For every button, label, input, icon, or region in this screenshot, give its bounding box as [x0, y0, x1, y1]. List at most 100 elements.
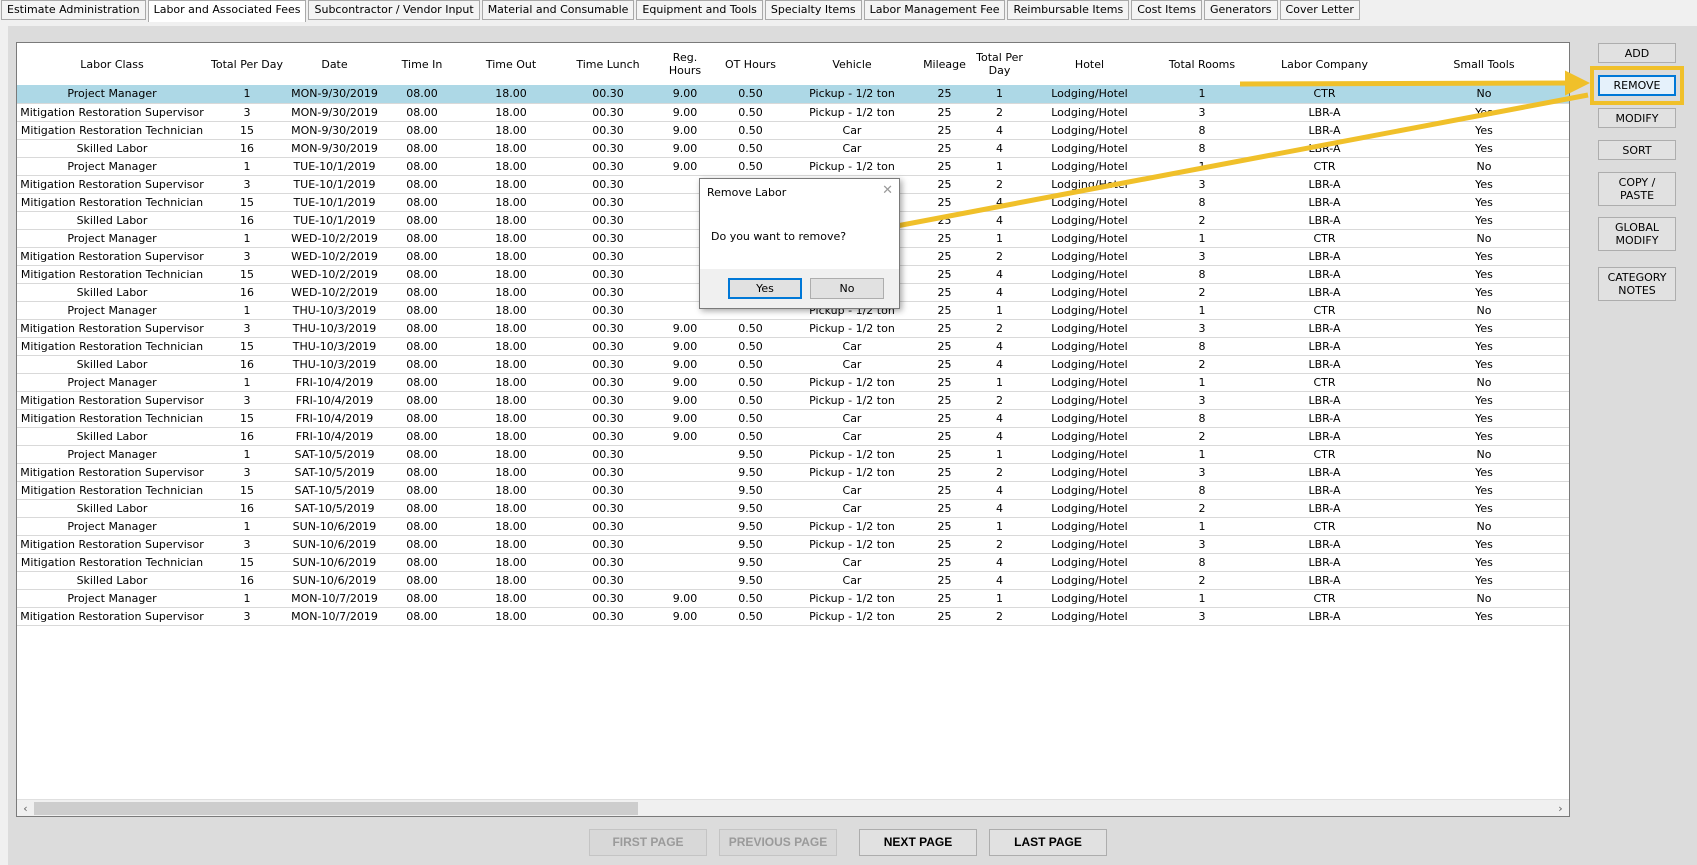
table-cell: Yes — [1397, 571, 1569, 590]
table-row[interactable]: Mitigation Restoration Supervisor 3 SAT-10… — [17, 463, 1569, 482]
table-cell: LBR-A — [1252, 427, 1397, 446]
table-cell: Car — [787, 409, 917, 428]
table-cell: SAT-10/5/2019 — [287, 481, 382, 500]
table-row[interactable]: Mitigation Restoration Supervisor 3 SUN-10… — [17, 535, 1569, 554]
table-row[interactable]: Mitigation Restoration Technician 15 SAT-1… — [17, 481, 1569, 500]
tab-material-and-consumable[interactable]: Material and Consumable — [481, 0, 635, 20]
table-cell: 00.30 — [560, 463, 656, 482]
column-header-time-in[interactable]: Time In — [382, 43, 462, 85]
global-modify-button[interactable]: GLOBAL MODIFY — [1598, 217, 1676, 251]
table-row[interactable]: Mitigation Restoration Technician 15 MON-9… — [17, 121, 1569, 140]
table-row[interactable]: Mitigation Restoration Technician 15 FRI-1… — [17, 409, 1569, 428]
tab-estimate-administration[interactable]: Estimate Administration — [1, 0, 146, 20]
table-cell: 0.50 — [714, 409, 787, 428]
column-header-time-lunch[interactable]: Time Lunch — [560, 43, 656, 85]
column-header-hotel[interactable]: Hotel — [1027, 43, 1152, 85]
column-header-total-per-day[interactable]: Total Per Day — [207, 43, 287, 85]
column-header-reg-hours[interactable]: Reg. Hours — [656, 43, 714, 85]
tab-generators[interactable]: Generators — [1203, 0, 1278, 20]
table-cell: Yes — [1397, 427, 1569, 446]
tab-specialty-items[interactable]: Specialty Items — [764, 0, 862, 20]
table-cell: 08.00 — [382, 355, 462, 374]
table-cell: 25 — [917, 229, 972, 248]
table-row[interactable]: Project Manager 1 MON-10/7/2019 08.00 18.00 0… — [17, 589, 1569, 608]
column-header-total-per-day[interactable]: Total Per Day — [972, 43, 1027, 85]
table-cell: 0.50 — [714, 607, 787, 626]
table-cell: CTR — [1252, 589, 1397, 608]
tab-subcontractor-vendor-input[interactable]: Subcontractor / Vendor Input — [308, 0, 480, 20]
modify-button[interactable]: MODIFY — [1598, 108, 1676, 128]
table-cell: 08.00 — [382, 391, 462, 410]
table-cell: 00.30 — [560, 121, 656, 140]
category-notes-button[interactable]: CATEGORY NOTES — [1598, 267, 1676, 301]
table-cell: Mitigation Restoration Supervisor — [17, 607, 207, 626]
tab-cover-letter[interactable]: Cover Letter — [1279, 0, 1360, 20]
remove-button[interactable]: REMOVE — [1598, 75, 1676, 96]
copy-paste-button[interactable]: COPY / PASTE — [1598, 172, 1676, 206]
next-page-button[interactable]: NEXT PAGE — [859, 829, 977, 856]
first-page-button[interactable]: FIRST PAGE — [589, 829, 707, 856]
table-cell: 9.50 — [714, 445, 787, 464]
sort-button[interactable]: SORT — [1598, 140, 1676, 160]
table-cell: 9.00 — [656, 337, 714, 356]
table-row[interactable]: Mitigation Restoration Supervisor 3 THU-10… — [17, 319, 1569, 338]
table-row[interactable]: Mitigation Restoration Technician 15 THU-1… — [17, 337, 1569, 356]
tab-labor-and-associated-fees[interactable]: Labor and Associated Fees — [147, 0, 307, 22]
column-header-mileage[interactable]: Mileage — [917, 43, 972, 85]
tab-labor-management-fee[interactable]: Labor Management Fee — [863, 0, 1006, 20]
table-row[interactable]: Skilled Labor 16 FRI-10/4/2019 08.00 18.00 00… — [17, 427, 1569, 446]
table-cell: Car — [787, 355, 917, 374]
column-header-labor-company[interactable]: Labor Company — [1252, 43, 1397, 85]
tab-cost-items[interactable]: Cost Items — [1131, 0, 1202, 20]
global-modify-label-line1: GLOBAL — [1614, 221, 1660, 234]
column-header-date[interactable]: Date — [287, 43, 382, 85]
table-cell: 9.50 — [714, 571, 787, 590]
table-cell: 16 — [207, 211, 287, 230]
table-cell: 25 — [917, 121, 972, 140]
tab-equipment-and-tools[interactable]: Equipment and Tools — [636, 0, 763, 20]
table-row[interactable]: Skilled Labor 16 THU-10/3/2019 08.00 18.00 00… — [17, 355, 1569, 374]
table-row[interactable]: Mitigation Restoration Technician 15 SUN-1… — [17, 553, 1569, 572]
table-cell: 00.30 — [560, 283, 656, 302]
table-cell: Lodging/Hotel — [1027, 553, 1152, 572]
horizontal-scrollbar[interactable]: ‹ › — [17, 799, 1569, 816]
table-cell: 00.30 — [560, 319, 656, 338]
column-header-small-tools[interactable]: Small Tools — [1397, 43, 1569, 85]
scroll-left-icon[interactable]: ‹ — [17, 800, 34, 817]
table-cell: Pickup - 1/2 ton — [787, 535, 917, 554]
table-cell — [656, 571, 714, 590]
table-row[interactable]: Skilled Labor 16 MON-9/30/2019 08.00 18.00 00… — [17, 139, 1569, 158]
scroll-right-icon[interactable]: › — [1552, 800, 1569, 817]
table-row[interactable]: Project Manager 1 FRI-10/4/2019 08.00 18.00 0… — [17, 373, 1569, 392]
no-button[interactable]: No — [810, 278, 884, 299]
last-page-button[interactable]: LAST PAGE — [989, 829, 1107, 856]
table-cell — [656, 553, 714, 572]
table-cell: 00.30 — [560, 175, 656, 194]
table-cell: LBR-A — [1252, 463, 1397, 482]
table-row[interactable]: Mitigation Restoration Supervisor 3 FRI-10… — [17, 391, 1569, 410]
table-row[interactable]: Skilled Labor 16 SUN-10/6/2019 08.00 18.00 00… — [17, 571, 1569, 590]
close-icon[interactable]: ✕ — [882, 183, 893, 198]
tab-reimbursable-items[interactable]: Reimbursable Items — [1007, 0, 1130, 20]
column-header-labor-class[interactable]: Labor Class — [17, 43, 207, 85]
previous-page-button[interactable]: PREVIOUS PAGE — [719, 829, 837, 856]
yes-button[interactable]: Yes — [728, 278, 802, 299]
table-cell: 3 — [1152, 391, 1252, 410]
column-header-time-out[interactable]: Time Out — [462, 43, 560, 85]
add-button[interactable]: ADD — [1598, 43, 1676, 63]
table-row[interactable]: Project Manager 1 SUN-10/6/2019 08.00 18.00 0… — [17, 517, 1569, 536]
table-row[interactable]: Project Manager 1 SAT-10/5/2019 08.00 18.00 0… — [17, 445, 1569, 464]
column-header-ot-hours[interactable]: OT Hours — [714, 43, 787, 85]
table-row[interactable]: Skilled Labor 16 SAT-10/5/2019 08.00 18.00 00… — [17, 499, 1569, 518]
table-cell — [656, 517, 714, 536]
table-cell: MON-9/30/2019 — [287, 85, 382, 104]
table-cell: 2 — [1152, 283, 1252, 302]
scroll-thumb[interactable] — [34, 802, 638, 815]
table-cell: No — [1397, 301, 1569, 320]
table-row[interactable]: Project Manager 1 TUE-10/1/2019 08.00 18.00 0… — [17, 157, 1569, 176]
table-row[interactable]: Mitigation Restoration Supervisor 3 MON-10… — [17, 607, 1569, 626]
column-header-total-rooms[interactable]: Total Rooms — [1152, 43, 1252, 85]
column-header-vehicle[interactable]: Vehicle — [787, 43, 917, 85]
table-row[interactable]: Project Manager 1 MON-9/30/2019 08.00 18.00 0… — [17, 85, 1569, 104]
table-row[interactable]: Mitigation Restoration Supervisor 3 MON-9/… — [17, 103, 1569, 122]
